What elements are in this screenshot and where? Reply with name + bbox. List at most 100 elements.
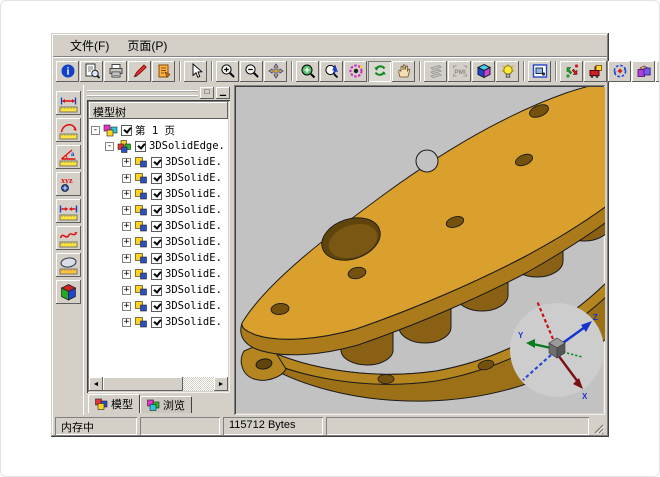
layers-button[interactable] [424,61,447,82]
visibility-checkbox[interactable] [151,317,162,328]
visibility-checkbox[interactable] [151,285,162,296]
tree-row-part[interactable]: +3DSolidE. [89,266,228,282]
tab-model[interactable]: 模型 [88,394,140,413]
measure-volume-button[interactable] [56,280,81,304]
visibility-checkbox[interactable] [151,269,162,280]
expand-icon[interactable]: + [122,254,131,263]
viewport-canvas[interactable]: Z X Y [234,85,605,415]
measure-distance-button[interactable] [56,91,81,115]
measure-area-button[interactable] [56,253,81,277]
expand-icon[interactable]: + [122,190,131,199]
scrollbar-thumb[interactable] [103,377,183,391]
print-button[interactable] [104,61,127,82]
measure-curve-button[interactable] [56,226,81,250]
refresh-button[interactable] [368,61,391,82]
measure-angle-icon: a [58,147,79,168]
scroll-right-icon[interactable]: ► [214,377,228,391]
tree-row-part[interactable]: +3DSolidE. [89,202,228,218]
horizontal-scrollbar[interactable]: ◄ ► [89,377,228,391]
dock-grip[interactable]: □ ▁ [87,87,230,98]
bom-button[interactable]: BOM [656,61,660,82]
select-button[interactable] [184,61,207,82]
status-cell [140,417,220,435]
expand-icon[interactable]: + [122,174,131,183]
scrollbar-track[interactable] [103,377,214,391]
toolbar-separator [291,61,293,81]
update-button[interactable] [560,61,583,82]
measure-coordinate-button[interactable]: xyz [56,172,81,196]
zoom-out-button[interactable] [240,61,263,82]
expand-icon[interactable]: + [122,158,131,167]
expand-icon[interactable]: + [122,206,131,215]
tree-label: 3DSolidE. [165,284,222,296]
light-bulb-icon [500,63,516,79]
menu-page[interactable]: 页面(P) [118,35,176,56]
visibility-checkbox[interactable] [151,173,162,184]
svg-text:PMI: PMI [454,69,466,76]
hand-pan-button[interactable] [392,61,415,82]
visibility-checkbox[interactable] [151,157,162,168]
measure-area-icon [58,255,79,276]
visibility-checkbox[interactable] [121,125,132,136]
zoom-select-button[interactable] [320,61,343,82]
parts-stack-button[interactable] [632,61,655,82]
collapse-icon[interactable]: - [105,142,114,151]
pan-cross-icon [268,63,284,79]
info-button[interactable]: i [56,61,79,82]
dock-minimize-button[interactable]: ▁ [216,87,230,99]
tree-row-part[interactable]: +3DSolidE. [89,282,228,298]
part-node-icon [134,300,148,312]
menu-file[interactable]: 文件(F) [61,35,118,56]
sync-cycle-button[interactable] [608,61,631,82]
viewport-settings-button[interactable] [528,61,551,82]
expand-icon[interactable]: + [122,238,131,247]
visibility-checkbox[interactable] [151,189,162,200]
expand-icon[interactable]: + [122,222,131,231]
tree-row-part[interactable]: +3DSolidE. [89,218,228,234]
pmi-button[interactable]: PMI [448,61,471,82]
machine-button[interactable] [584,61,607,82]
tree-row-assembly[interactable]: - 3DSolidEdge. [89,138,228,154]
measure-angle-button[interactable]: a [56,145,81,169]
visibility-checkbox[interactable] [151,301,162,312]
tree-label: 3DSolidEdge. [149,140,225,152]
tree-row-part[interactable]: +3DSolidE. [89,234,228,250]
pan-button[interactable] [264,61,287,82]
tree-row-part[interactable]: +3DSolidE. [89,298,228,314]
tree-row-part[interactable]: +3DSolidE. [89,170,228,186]
light-button[interactable] [496,61,519,82]
measure-arc-button[interactable] [56,118,81,142]
expand-icon[interactable]: + [122,270,131,279]
collapse-icon[interactable]: - [91,126,100,135]
menu-bar: 文件(F) 页面(P) [53,35,607,57]
expand-icon[interactable]: + [122,302,131,311]
svg-text:xyz: xyz [61,176,73,185]
tree-row-part[interactable]: +3DSolidE. [89,186,228,202]
scroll-left-icon[interactable]: ◄ [89,377,103,391]
zoom-in-button[interactable] [216,61,239,82]
orbit-button[interactable] [344,61,367,82]
tree-rows: - 第 1 页 - 3DSolidEdge. +3DSolidE. +3DSol… [89,120,228,377]
tree-row-part[interactable]: +3DSolidE. [89,314,228,330]
dock-maximize-button[interactable]: □ [200,87,214,99]
visibility-checkbox[interactable] [135,141,146,152]
visibility-checkbox[interactable] [151,205,162,216]
shading-button[interactable] [472,61,495,82]
measure-min-distance-button[interactable] [56,199,81,223]
tree-row-part[interactable]: +3DSolidE. [89,154,228,170]
tree-row-part[interactable]: +3DSolidE. [89,250,228,266]
export-button[interactable] [152,61,175,82]
markup-pen-button[interactable] [128,61,151,82]
part-node-icon [134,284,148,296]
zoom-window-icon [300,63,316,79]
print-preview-button[interactable] [80,61,103,82]
expand-icon[interactable]: + [122,318,131,327]
tree-row-page[interactable]: - 第 1 页 [89,122,228,138]
resize-grip-icon[interactable] [592,417,605,435]
zoom-window-button[interactable] [296,61,319,82]
expand-icon[interactable]: + [122,286,131,295]
visibility-checkbox[interactable] [151,237,162,248]
visibility-checkbox[interactable] [151,253,162,264]
visibility-checkbox[interactable] [151,221,162,232]
tab-browse[interactable]: 浏览 [140,396,192,413]
